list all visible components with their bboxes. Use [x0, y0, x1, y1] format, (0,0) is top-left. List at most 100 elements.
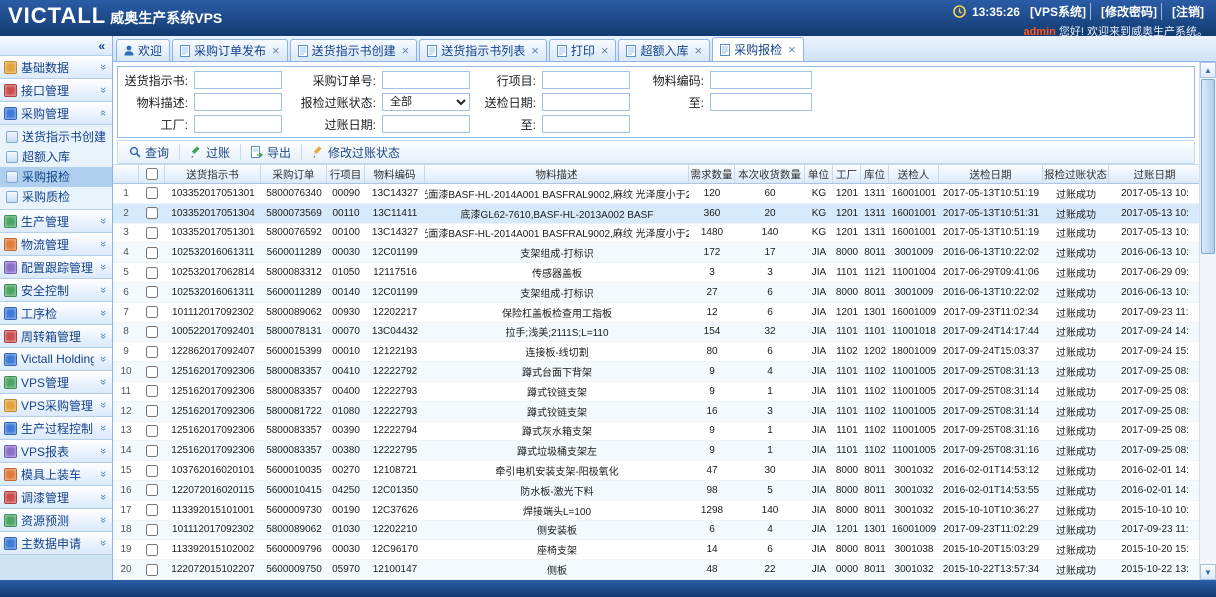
export-button[interactable]: 导出 — [244, 141, 298, 164]
material-code-input[interactable] — [710, 71, 812, 89]
table-row[interactable]: 210335201705130458000735690011013C11411底… — [113, 204, 1199, 224]
material-desc-input[interactable] — [194, 93, 282, 111]
sidebar-item[interactable]: 采购质检 — [0, 187, 112, 207]
tab[interactable]: 采购订单发布 × — [172, 39, 288, 61]
table-row[interactable]: 810052201709240158000781310007013C04432拉… — [113, 323, 1199, 343]
tab[interactable]: 送货指示书创建 × — [290, 39, 418, 61]
nav-link-logout[interactable]: [注销] — [1168, 3, 1208, 20]
sidebar-item[interactable]: 采购报检 — [0, 167, 112, 187]
table-row[interactable]: 1612207201602011556000104150425012C01350… — [113, 481, 1199, 501]
table-row[interactable]: 610253201606131156000112890014012C01199支… — [113, 283, 1199, 303]
column-header[interactable]: 单位 — [805, 165, 833, 183]
row-checkbox[interactable] — [146, 366, 158, 378]
table-row[interactable]: 1212516201709230658000817220108012222793… — [113, 402, 1199, 422]
column-header[interactable]: 送货指示书 — [165, 165, 261, 183]
sidebar-group[interactable]: Victall Holding » — [0, 348, 112, 371]
row-checkbox[interactable] — [146, 564, 158, 576]
row-checkbox[interactable] — [146, 227, 158, 239]
vertical-scrollbar[interactable]: ▲ ▼ — [1199, 62, 1216, 580]
table-row[interactable]: 510253201706281458000833120105012117516传… — [113, 263, 1199, 283]
tab[interactable]: 欢迎 — [116, 39, 170, 61]
tab-close-icon[interactable]: × — [531, 46, 539, 56]
line-item-input[interactable] — [542, 71, 630, 89]
sidebar-group[interactable]: VPS管理 » — [0, 371, 112, 394]
column-header[interactable]: 采购订单 — [261, 165, 327, 183]
inspection-date-to-input[interactable] — [710, 93, 812, 111]
sidebar-group[interactable]: 基础数据 » — [0, 56, 112, 79]
purchase-order-input[interactable] — [382, 71, 470, 89]
sidebar-item[interactable]: 送货指示书创建 — [0, 127, 112, 147]
sidebar-item[interactable]: 超额入库 — [0, 147, 112, 167]
tab[interactable]: 采购报检 × — [712, 37, 804, 61]
sidebar-group[interactable]: VPS报表 » — [0, 440, 112, 463]
nav-link-change-password[interactable]: [修改密码] — [1097, 3, 1162, 20]
tab-close-icon[interactable]: × — [601, 46, 609, 56]
sidebar-group[interactable]: 模具上装车 » — [0, 463, 112, 486]
tab-close-icon[interactable]: × — [272, 46, 280, 56]
column-header[interactable]: 行项目 — [327, 165, 365, 183]
column-header[interactable]: 报检过账状态 — [1043, 165, 1109, 183]
column-header[interactable]: 物料描述 — [425, 165, 689, 183]
row-checkbox[interactable] — [146, 306, 158, 318]
table-row[interactable]: 1312516201709230658000833570039012222794… — [113, 422, 1199, 442]
sidebar-group[interactable]: 采购管理 » — [0, 102, 112, 125]
table-row[interactable]: 710111201709230258000890620093012202217保… — [113, 303, 1199, 323]
table-row[interactable]: 1510376201602010156000100350027012108721… — [113, 461, 1199, 481]
row-checkbox[interactable] — [146, 484, 158, 496]
column-header[interactable]: 送检日期 — [939, 165, 1043, 183]
sidebar-group[interactable]: 工序检 » — [0, 302, 112, 325]
column-header[interactable]: 物料编码 — [365, 165, 425, 183]
tab-close-icon[interactable]: × — [788, 45, 796, 55]
sidebar-group[interactable]: 配置跟踪管理 » — [0, 256, 112, 279]
select-all-checkbox[interactable] — [146, 168, 158, 180]
nav-link-vps[interactable]: [VPS系统] — [1026, 3, 1091, 20]
table-row[interactable]: 110335201705130158000763400009013C14327亚… — [113, 184, 1199, 204]
row-checkbox[interactable] — [146, 247, 158, 259]
column-header[interactable]: 需求数量 — [689, 165, 735, 183]
post-button[interactable]: 过账 — [183, 141, 237, 164]
column-header[interactable]: 送检人 — [889, 165, 939, 183]
sidebar-group[interactable]: 主数据申请 » — [0, 532, 112, 555]
sidebar-group[interactable]: VPS采购管理 » — [0, 394, 112, 417]
sidebar-group[interactable]: 生产过程控制 » — [0, 417, 112, 440]
plant-input[interactable] — [194, 115, 282, 133]
table-row[interactable]: 1112516201709230658000833570040012222793… — [113, 382, 1199, 402]
posting-date-to-input[interactable] — [542, 115, 630, 133]
sidebar-group[interactable]: 安全控制 » — [0, 279, 112, 302]
sidebar-group[interactable]: 资源预测 » — [0, 509, 112, 532]
row-checkbox[interactable] — [146, 187, 158, 199]
row-checkbox[interactable] — [146, 405, 158, 417]
scrollbar-thumb[interactable] — [1201, 79, 1215, 254]
search-button[interactable]: 查询 — [122, 141, 176, 164]
row-checkbox[interactable] — [146, 504, 158, 516]
column-header[interactable]: 本次收货数量 — [735, 165, 805, 183]
row-checkbox[interactable] — [146, 267, 158, 279]
tab[interactable]: 送货指示书列表 × — [419, 39, 547, 61]
row-checkbox[interactable] — [146, 445, 158, 457]
sidebar-group[interactable]: 物流管理 » — [0, 233, 112, 256]
sidebar-group[interactable]: 生产管理 » — [0, 210, 112, 233]
scroll-up-icon[interactable]: ▲ — [1200, 62, 1216, 78]
sidebar-group[interactable]: 接口管理 » — [0, 79, 112, 102]
row-checkbox[interactable] — [146, 425, 158, 437]
row-checkbox[interactable] — [146, 286, 158, 298]
row-checkbox[interactable] — [146, 385, 158, 397]
row-checkbox[interactable] — [146, 326, 158, 338]
delivery-note-input[interactable] — [194, 71, 282, 89]
tab-close-icon[interactable]: × — [694, 46, 702, 56]
row-checkbox[interactable] — [146, 346, 158, 358]
table-row[interactable]: 1412516201709230658000833570038012222795… — [113, 441, 1199, 461]
table-row[interactable]: 410253201606131156000112890003012C01199支… — [113, 243, 1199, 263]
sidebar-group[interactable]: 周转箱管理 » — [0, 325, 112, 348]
sidebar-collapse-button[interactable]: « — [0, 36, 112, 56]
scroll-down-icon[interactable]: ▼ — [1200, 564, 1216, 580]
column-header[interactable]: 库位 — [861, 165, 889, 183]
row-checkbox[interactable] — [146, 465, 158, 477]
tab-close-icon[interactable]: × — [402, 46, 410, 56]
posting-status-select[interactable]: 全部 — [382, 93, 470, 111]
table-row[interactable]: 310335201705130158000765920010013C14327亚… — [113, 224, 1199, 244]
table-row[interactable]: 1911339201510200256000097960003012C96170… — [113, 540, 1199, 560]
tab[interactable]: 打印 × — [549, 39, 617, 61]
row-checkbox[interactable] — [146, 524, 158, 536]
sidebar-group[interactable]: 调漆管理 » — [0, 486, 112, 509]
